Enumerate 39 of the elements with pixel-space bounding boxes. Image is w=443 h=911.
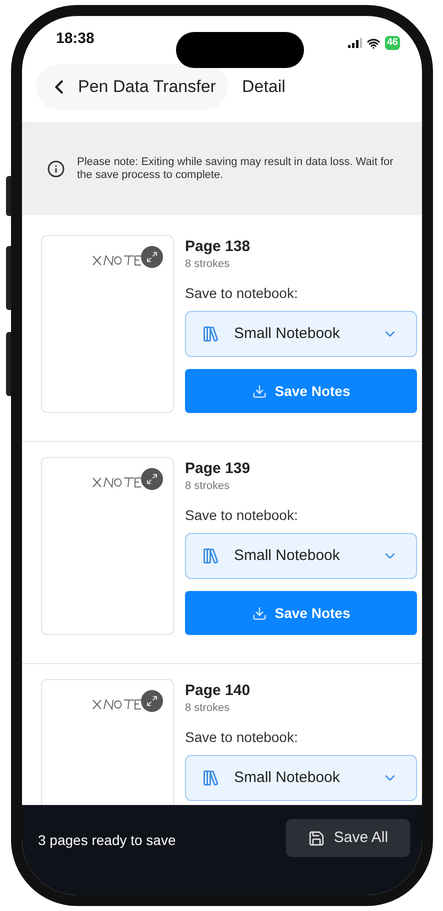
- page-heading: Detail: [242, 76, 286, 98]
- notice-text: Please note: Exiting while saving may result in data loss. Wait for the save process to complete.: [77, 156, 394, 182]
- books-icon: [202, 547, 220, 565]
- handwriting-drawing: [91, 696, 143, 712]
- expand-icon: [146, 695, 158, 707]
- page-title: Page 138: [185, 237, 252, 257]
- download-icon: [252, 606, 267, 620]
- expand-button[interactable]: [141, 246, 163, 268]
- status-time: 18:38: [56, 28, 94, 48]
- notebook-dropdown[interactable]: Small Notebook: [185, 755, 417, 801]
- stroke-count: 8 strokes: [185, 257, 231, 271]
- back-button[interactable]: Pen Data Transfer: [36, 64, 228, 110]
- floppy-icon: [308, 830, 325, 846]
- battery-level: 46: [384, 36, 400, 50]
- page-title: Page 140: [185, 681, 252, 701]
- stroke-count: 8 strokes: [185, 479, 231, 493]
- notebook-label: Save to notebook:: [185, 728, 299, 746]
- expand-button[interactable]: [141, 690, 163, 712]
- save-notes-button[interactable]: Save Notes: [185, 369, 417, 413]
- notebook-label: Save to notebook:: [185, 284, 299, 302]
- books-icon: [202, 769, 220, 787]
- ready-summary: 3 pages ready to save: [38, 831, 176, 850]
- download-icon: [252, 384, 267, 398]
- books-icon: [202, 325, 220, 343]
- info-icon: [47, 160, 65, 178]
- expand-icon: [146, 251, 158, 263]
- save-notes-button[interactable]: Save Notes: [185, 591, 417, 635]
- expand-button[interactable]: [141, 468, 163, 490]
- page-title: Page 139: [185, 459, 252, 479]
- notebook-dropdown[interactable]: Small Notebook: [185, 311, 417, 357]
- signal-icon: [348, 38, 362, 48]
- notebook-dropdown[interactable]: Small Notebook: [185, 533, 417, 579]
- notebook-label: Save to notebook:: [185, 506, 299, 524]
- handwriting-drawing: [91, 252, 143, 268]
- save-all-button[interactable]: Save All: [286, 819, 410, 857]
- wifi-icon: [366, 36, 380, 50]
- handwriting-drawing: [91, 474, 143, 490]
- stroke-count: 8 strokes: [185, 701, 231, 715]
- expand-icon: [146, 473, 158, 485]
